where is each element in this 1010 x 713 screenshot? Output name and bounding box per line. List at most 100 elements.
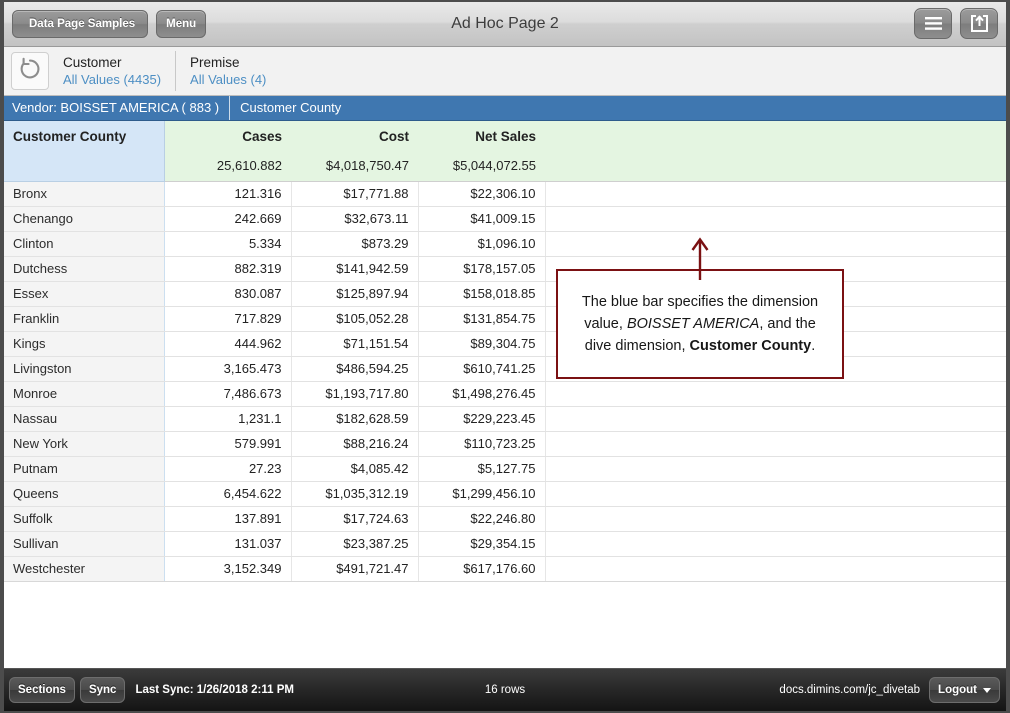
- cell-cost[interactable]: $873.29: [291, 231, 419, 257]
- cell-net-sales[interactable]: $41,009.15: [418, 206, 546, 232]
- cell-net-sales[interactable]: $22,246.80: [418, 506, 546, 532]
- table-row[interactable]: Sullivan 131.037 $23,387.25 $29,354.15: [4, 531, 1006, 557]
- table-row[interactable]: Livingston 3,165.473 $486,594.25 $610,741.2…: [4, 356, 1006, 382]
- filter-customer[interactable]: Customer All Values (4435): [49, 51, 175, 91]
- title-bar-actions: [914, 8, 998, 39]
- table-row[interactable]: Franklin 717.829 $105,052.28 $131,854.75: [4, 306, 1006, 332]
- sections-button[interactable]: Sections: [9, 677, 75, 703]
- cell-cases[interactable]: 3,165.473: [164, 356, 292, 382]
- table-row[interactable]: Bronx 121.316 $17,771.88 $22,306.10: [4, 181, 1006, 207]
- cell-customer-county[interactable]: Livingston: [4, 356, 165, 382]
- cell-net-sales[interactable]: $1,498,276.45: [418, 381, 546, 407]
- cell-net-sales[interactable]: $229,223.45: [418, 406, 546, 432]
- cell-net-sales[interactable]: $110,723.25: [418, 431, 546, 457]
- table-row[interactable]: Kings 444.962 $71,151.54 $89,304.75: [4, 331, 1006, 357]
- cell-cost[interactable]: $491,721.47: [291, 556, 419, 582]
- cell-net-sales[interactable]: $89,304.75: [418, 331, 546, 357]
- cell-customer-county[interactable]: Dutchess: [4, 256, 165, 282]
- cell-cases[interactable]: 6,454.622: [164, 481, 292, 507]
- filter-premise[interactable]: Premise All Values (4): [175, 51, 280, 91]
- cell-customer-county[interactable]: Queens: [4, 481, 165, 507]
- cell-cost[interactable]: $182,628.59: [291, 406, 419, 432]
- cell-cases[interactable]: 882.319: [164, 256, 292, 282]
- cell-cost[interactable]: $88,216.24: [291, 431, 419, 457]
- cell-customer-county[interactable]: Westchester: [4, 556, 165, 582]
- cell-customer-county[interactable]: Bronx: [4, 181, 165, 207]
- cell-customer-county[interactable]: Putnam: [4, 456, 165, 482]
- logout-button[interactable]: Logout: [929, 677, 1000, 703]
- cell-customer-county[interactable]: Nassau: [4, 406, 165, 432]
- cell-cases[interactable]: 137.891: [164, 506, 292, 532]
- cell-spacer: [545, 506, 1006, 532]
- table-row[interactable]: Clinton 5.334 $873.29 $1,096.10: [4, 231, 1006, 257]
- cell-cases[interactable]: 242.669: [164, 206, 292, 232]
- cell-cases[interactable]: 830.087: [164, 281, 292, 307]
- share-export-button[interactable]: [960, 8, 998, 39]
- refresh-button[interactable]: [11, 52, 49, 90]
- page-title: Ad Hoc Page 2: [451, 15, 559, 32]
- cell-cases[interactable]: 444.962: [164, 331, 292, 357]
- sync-button[interactable]: Sync: [79, 677, 126, 703]
- column-header-cases[interactable]: Cases: [164, 121, 291, 151]
- cell-customer-county[interactable]: Franklin: [4, 306, 165, 332]
- cell-cost[interactable]: $17,724.63: [291, 506, 419, 532]
- table-row[interactable]: Westchester 3,152.349 $491,721.47 $617,176.…: [4, 556, 1006, 582]
- cell-cost[interactable]: $17,771.88: [291, 181, 419, 207]
- cell-cases[interactable]: 717.829: [164, 306, 292, 332]
- table-row[interactable]: Dutchess 882.319 $141,942.59 $178,157.05: [4, 256, 1006, 282]
- cell-customer-county[interactable]: Sullivan: [4, 531, 165, 557]
- column-header-cost[interactable]: Cost: [291, 121, 418, 151]
- cell-cases[interactable]: 131.037: [164, 531, 292, 557]
- dimension-bar-vendor[interactable]: Vendor: BOISSET AMERICA ( 883 ): [4, 96, 229, 120]
- cell-net-sales[interactable]: $178,157.05: [418, 256, 546, 282]
- column-header-net-sales[interactable]: Net Sales: [418, 121, 545, 151]
- table-row[interactable]: New York 579.991 $88,216.24 $110,723.25: [4, 431, 1006, 457]
- dimension-bar-dive-dimension[interactable]: Customer County: [230, 96, 351, 120]
- cell-cases[interactable]: 121.316: [164, 181, 292, 207]
- cell-net-sales[interactable]: $1,299,456.10: [418, 481, 546, 507]
- cell-cases[interactable]: 1,231.1: [164, 406, 292, 432]
- table-row[interactable]: Essex 830.087 $125,897.94 $158,018.85: [4, 281, 1006, 307]
- cell-cases[interactable]: 7,486.673: [164, 381, 292, 407]
- cell-cost[interactable]: $23,387.25: [291, 531, 419, 557]
- cell-cases[interactable]: 5.334: [164, 231, 292, 257]
- table-row[interactable]: Chenango 242.669 $32,673.11 $41,009.15: [4, 206, 1006, 232]
- cell-customer-county[interactable]: Chenango: [4, 206, 165, 232]
- cell-net-sales[interactable]: $22,306.10: [418, 181, 546, 207]
- table-row[interactable]: Nassau 1,231.1 $182,628.59 $229,223.45: [4, 406, 1006, 432]
- cell-customer-county[interactable]: Essex: [4, 281, 165, 307]
- back-button[interactable]: Data Page Samples: [12, 10, 149, 38]
- column-header-customer-county[interactable]: Customer County: [4, 121, 165, 151]
- table-row[interactable]: Queens 6,454.622 $1,035,312.19 $1,299,456.1…: [4, 481, 1006, 507]
- cell-customer-county[interactable]: Suffolk: [4, 506, 165, 532]
- menu-button-label: Menu: [166, 18, 197, 30]
- menu-button[interactable]: Menu: [156, 10, 207, 38]
- cell-cases[interactable]: 27.23: [164, 456, 292, 482]
- cell-customer-county[interactable]: New York: [4, 431, 165, 457]
- cell-cost[interactable]: $71,151.54: [291, 331, 419, 357]
- cell-cost[interactable]: $125,897.94: [291, 281, 419, 307]
- cell-cost[interactable]: $4,085.42: [291, 456, 419, 482]
- cell-customer-county[interactable]: Clinton: [4, 231, 165, 257]
- table-row[interactable]: Suffolk 137.891 $17,724.63 $22,246.80: [4, 506, 1006, 532]
- cell-cost[interactable]: $105,052.28: [291, 306, 419, 332]
- cell-net-sales[interactable]: $617,176.60: [418, 556, 546, 582]
- cell-cases[interactable]: 579.991: [164, 431, 292, 457]
- cell-net-sales[interactable]: $131,854.75: [418, 306, 546, 332]
- cell-net-sales[interactable]: $158,018.85: [418, 281, 546, 307]
- hamburger-menu-button[interactable]: [914, 8, 952, 39]
- cell-net-sales[interactable]: $29,354.15: [418, 531, 546, 557]
- cell-cases[interactable]: 3,152.349: [164, 556, 292, 582]
- cell-customer-county[interactable]: Monroe: [4, 381, 165, 407]
- table-row[interactable]: Monroe 7,486.673 $1,193,717.80 $1,498,276.4…: [4, 381, 1006, 407]
- cell-cost[interactable]: $1,193,717.80: [291, 381, 419, 407]
- table-row[interactable]: Putnam 27.23 $4,085.42 $5,127.75: [4, 456, 1006, 482]
- cell-cost[interactable]: $486,594.25: [291, 356, 419, 382]
- cell-cost[interactable]: $141,942.59: [291, 256, 419, 282]
- cell-net-sales[interactable]: $1,096.10: [418, 231, 546, 257]
- cell-cost[interactable]: $32,673.11: [291, 206, 419, 232]
- cell-net-sales[interactable]: $610,741.25: [418, 356, 546, 382]
- cell-net-sales[interactable]: $5,127.75: [418, 456, 546, 482]
- cell-customer-county[interactable]: Kings: [4, 331, 165, 357]
- cell-cost[interactable]: $1,035,312.19: [291, 481, 419, 507]
